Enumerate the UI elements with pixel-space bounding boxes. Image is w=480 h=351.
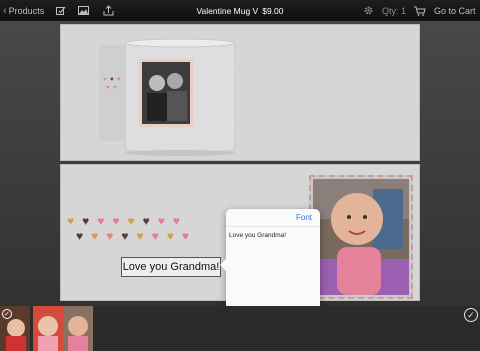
heart-icon: ♥ — [67, 214, 75, 228]
heart-icon: ♥ — [136, 229, 144, 243]
heart-icon: ♥ — [142, 214, 150, 228]
photo-thumb-2[interactable] — [33, 306, 63, 351]
heart-icon: ♥ — [76, 229, 84, 243]
photo-thumbnail-strip: ✓ — [0, 306, 480, 351]
heart-icon: ♥ — [112, 214, 120, 228]
baby-photo-frame[interactable] — [309, 175, 413, 299]
heart-icon: ♥ — [97, 214, 105, 228]
svg-text:♥: ♥ — [117, 77, 121, 83]
share-icon[interactable] — [101, 0, 115, 21]
heart-icon: ♥ — [91, 229, 99, 243]
back-to-products-button[interactable]: ‹ Products — [3, 0, 44, 21]
heart-icon: ♥ — [82, 214, 90, 228]
cart-icon[interactable] — [413, 0, 427, 21]
mug-preview-image: ♥ ♥ ♥ ♥ ♥ ♥ — [95, 37, 273, 157]
app-screen: ‹ Products Valentine Mug V $9.00 Qty: 1 … — [0, 0, 480, 351]
text-box[interactable]: Love you Grandma! — [121, 257, 221, 277]
heart-icon: ♥ — [157, 214, 165, 228]
gear-icon[interactable] — [361, 0, 375, 21]
product-title: Valentine Mug V — [196, 5, 259, 16]
go-to-cart-button[interactable]: Go to Cart — [434, 0, 476, 21]
back-label: Products — [8, 5, 45, 16]
baby-photo — [313, 179, 409, 295]
product-price: $9.00 — [262, 5, 284, 16]
photo-thumb-1[interactable]: ✓ — [0, 306, 30, 351]
font-button[interactable]: Font — [296, 213, 312, 222]
heart-icon: ♥ — [106, 229, 114, 243]
heart-icon: ♥ — [166, 229, 174, 243]
heart-icon: ♥ — [121, 229, 129, 243]
top-toolbar: ‹ Products Valentine Mug V $9.00 Qty: 1 … — [0, 0, 480, 21]
svg-text:♥: ♥ — [113, 85, 117, 91]
edit-icon[interactable] — [54, 0, 68, 21]
svg-text:♥: ♥ — [103, 77, 107, 83]
svg-text:♥: ♥ — [110, 77, 114, 83]
heart-icon: ♥ — [172, 214, 180, 228]
quantity-label[interactable]: Qty: 1 — [382, 0, 406, 21]
mug-preview-panel: ♥ ♥ ♥ ♥ ♥ ♥ — [60, 24, 420, 161]
svg-text:♥: ♥ — [106, 85, 110, 91]
chevron-left-icon: ‹ — [3, 4, 7, 17]
text-input[interactable]: Love you Grandma! — [226, 227, 320, 244]
popover-header: Font — [226, 209, 320, 227]
hearts-decoration: ♥ ♥ ♥ ♥ ♥ ♥ ♥ ♥ ♥ ♥ ♥ ♥ ♥ ♥ ♥ ♥ — [67, 214, 227, 243]
thumb-selected-icon: ✓ — [2, 309, 12, 319]
check-circle-icon[interactable]: ✓ — [464, 308, 478, 322]
photo-icon[interactable] — [76, 0, 90, 21]
page-title: Valentine Mug V $9.00 — [0, 0, 480, 21]
photo-thumb-3[interactable] — [63, 306, 93, 351]
heart-icon: ♥ — [151, 229, 159, 243]
heart-icon: ♥ — [127, 214, 135, 228]
heart-icon: ♥ — [181, 229, 189, 243]
popover-arrow — [220, 259, 226, 271]
